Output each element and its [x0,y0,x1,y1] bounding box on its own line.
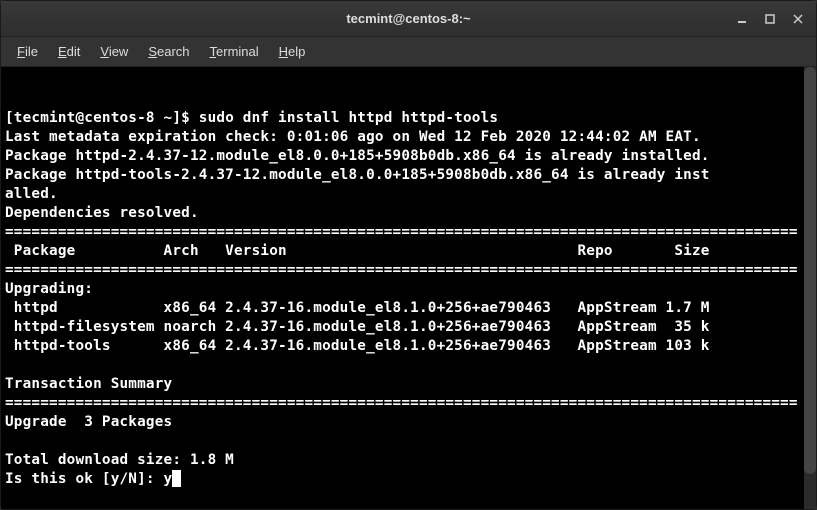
menubar: File Edit View Search Terminal Help [1,37,816,67]
scrollbar[interactable] [804,67,816,509]
cursor [172,470,181,487]
scroll-thumb[interactable] [804,67,816,474]
table-row: httpd x86_64 2.4.37-16.module_el8.1.0+25… [5,300,710,316]
command: sudo dnf install httpd httpd-tools [199,110,498,126]
menu-terminal[interactable]: Terminal [200,40,269,63]
prompt: [tecmint@centos-8 ~]$ [5,110,199,126]
section-header: Transaction Summary [5,376,172,392]
table-row: httpd-tools x86_64 2.4.37-16.module_el8.… [5,338,710,354]
close-button[interactable] [784,5,812,33]
separator: ========================================… [5,395,798,411]
output-line: Dependencies resolved. [5,205,199,221]
confirm-prompt: Is this ok [y/N]: [5,471,164,487]
menu-file[interactable]: File [7,40,48,63]
output-line: Last metadata expiration check: 0:01:06 … [5,129,701,145]
menu-edit[interactable]: Edit [48,40,90,63]
menu-search[interactable]: Search [138,40,199,63]
output-line: Package httpd-tools-2.4.37-12.module_el8… [5,167,710,183]
menu-help[interactable]: Help [269,40,316,63]
minimize-button[interactable] [728,5,756,33]
output-line: alled. [5,186,58,202]
titlebar: tecmint@centos-8:~ [1,1,816,37]
menu-view[interactable]: View [90,40,138,63]
user-input: y [164,471,173,487]
output-line: Total download size: 1.8 M [5,452,234,468]
maximize-button[interactable] [756,5,784,33]
window-title: tecmint@centos-8:~ [346,11,470,26]
table-header: Package Arch Version Repo Size [5,243,710,259]
section-header: Upgrading: [5,281,93,297]
separator: ========================================… [5,262,798,278]
terminal-content: [tecmint@centos-8 ~]$ sudo dnf install h… [5,109,798,489]
output-line: Package httpd-2.4.37-12.module_el8.0.0+1… [5,148,710,164]
separator: ========================================… [5,224,798,240]
output-line: Upgrade 3 Packages [5,414,172,430]
terminal-area[interactable]: [tecmint@centos-8 ~]$ sudo dnf install h… [1,67,816,509]
window-controls [728,1,812,37]
table-row: httpd-filesystem noarch 2.4.37-16.module… [5,319,710,335]
